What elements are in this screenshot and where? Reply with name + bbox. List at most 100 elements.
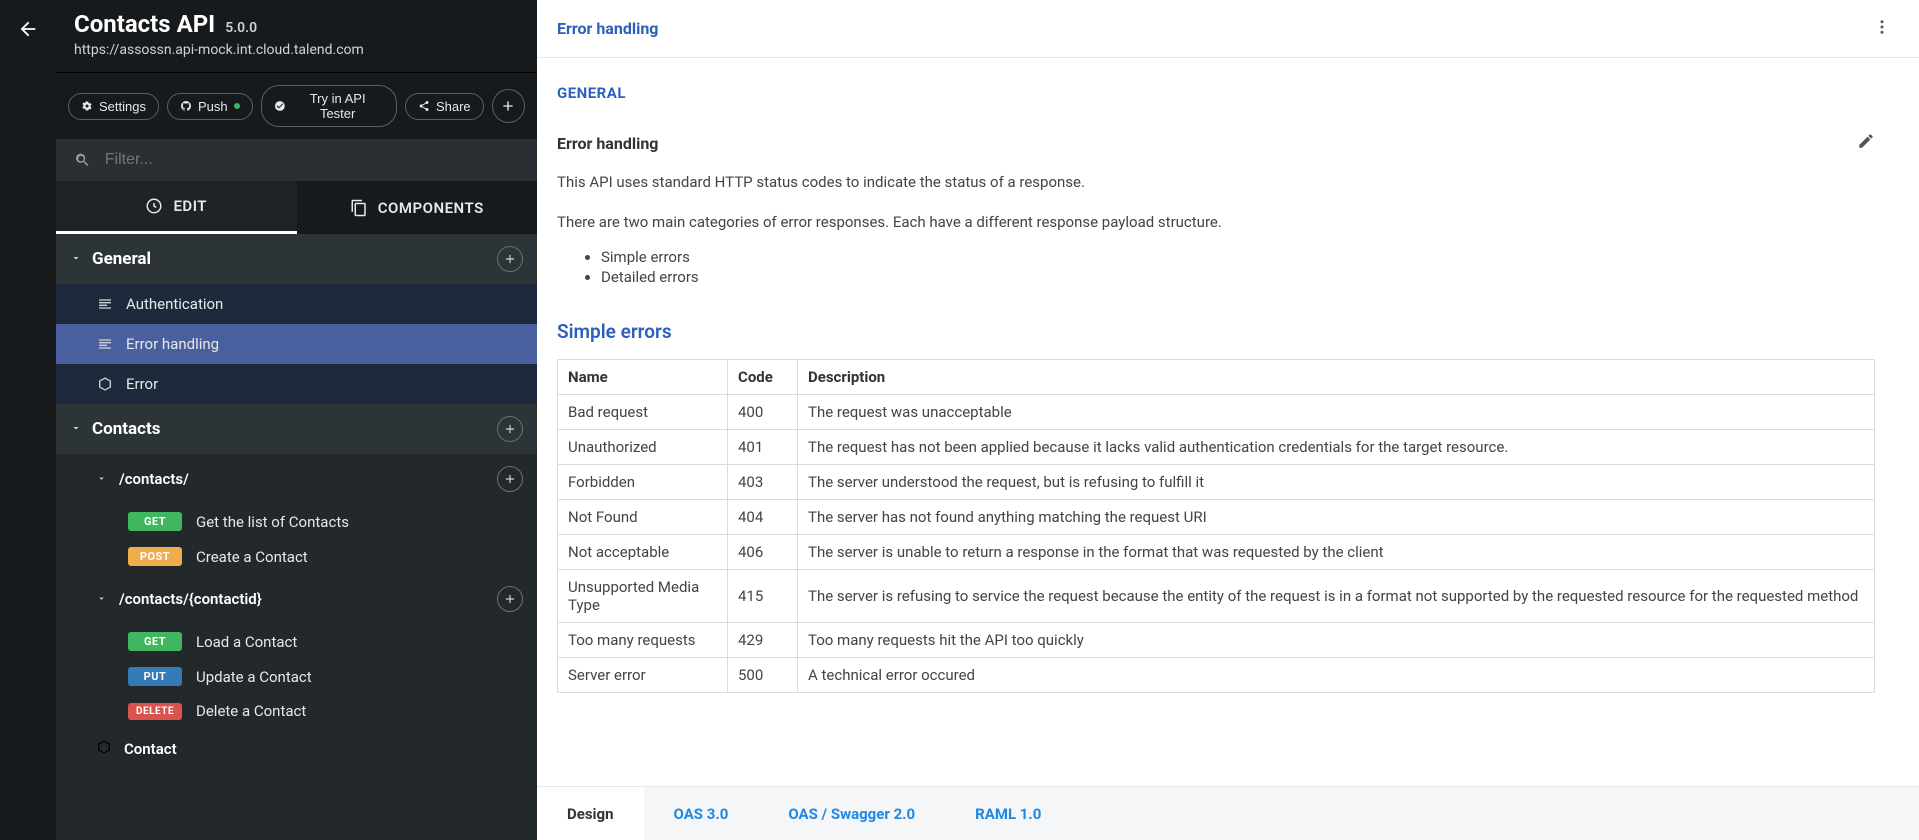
path-row[interactable]: /contacts/{contactid} <box>56 574 537 624</box>
push-status-dot <box>234 103 240 109</box>
section-contacts[interactable]: Contacts <box>56 404 537 454</box>
tree-item-label: Error handling <box>126 335 219 353</box>
table-cell: The server has not found anything matchi… <box>798 499 1875 534</box>
tree-item-error-handling[interactable]: Error handling <box>56 324 537 364</box>
add-button[interactable] <box>492 89 525 123</box>
github-icon <box>180 100 192 112</box>
breadcrumb: Error handling <box>557 19 658 38</box>
table-row: Too many requests429Too many requests hi… <box>558 622 1875 657</box>
caret-down-icon <box>70 419 82 439</box>
section-label: GENERAL <box>557 84 1875 102</box>
more-vert-icon <box>1873 18 1891 36</box>
main-header: Error handling <box>537 0 1919 58</box>
search-icon <box>74 151 91 169</box>
table-cell: 401 <box>728 429 798 464</box>
table-cell: Unauthorized <box>558 429 728 464</box>
table-cell: Not Found <box>558 499 728 534</box>
components-icon <box>350 199 368 217</box>
caret-down-icon <box>70 249 82 269</box>
main: Error handling GENERAL Error handling Th… <box>537 0 1919 840</box>
operation-label: Create a Contact <box>196 548 308 566</box>
table-cell: The request has not been applied because… <box>798 429 1875 464</box>
more-menu-button[interactable] <box>1865 10 1899 48</box>
tree-item-error[interactable]: Error <box>56 364 537 404</box>
add-contacts-button[interactable] <box>497 416 523 442</box>
sidebar-header: Contacts API 5.0.0 https://assossn.api-m… <box>56 0 537 73</box>
api-url: https://assossn.api-mock.int.cloud.talen… <box>74 42 519 58</box>
tab-oas3[interactable]: OAS 3.0 <box>644 787 759 840</box>
table-row: Forbidden403The server understood the re… <box>558 464 1875 499</box>
caret-down-icon <box>96 470 107 488</box>
table-header: Name <box>558 359 728 394</box>
table-cell: The server is unable to return a respons… <box>798 534 1875 569</box>
settings-button[interactable]: Settings <box>68 93 159 120</box>
bullet-list: Simple errorsDetailed errors <box>601 248 1875 286</box>
tab-raml[interactable]: RAML 1.0 <box>945 787 1071 840</box>
operation-label: Get the list of Contacts <box>196 513 349 531</box>
path-row[interactable]: /contacts/ <box>56 454 537 504</box>
text-icon <box>96 336 114 352</box>
settings-label: Settings <box>99 99 146 114</box>
push-button[interactable]: Push <box>167 93 253 120</box>
edit-button[interactable] <box>1857 132 1875 154</box>
toolbar: Settings Push Try in API Tester Share <box>56 73 537 139</box>
tree-item-authentication[interactable]: Authentication <box>56 284 537 324</box>
errors-table: NameCodeDescription Bad request400The re… <box>557 359 1875 693</box>
main-body[interactable]: GENERAL Error handling This API uses sta… <box>537 58 1919 786</box>
operation-row[interactable]: PUTUpdate a Contact <box>56 659 537 694</box>
table-cell: 500 <box>728 657 798 692</box>
caret-down-icon <box>96 590 107 608</box>
operation-label: Update a Contact <box>196 668 312 686</box>
add-operation-button[interactable] <box>497 466 523 492</box>
share-label: Share <box>436 99 471 114</box>
tree: General Authentication Error handling Erro… <box>56 234 537 840</box>
tab-edit[interactable]: EDIT <box>56 181 297 234</box>
share-button[interactable]: Share <box>405 93 484 120</box>
api-version: 5.0.0 <box>225 20 257 36</box>
table-row: Server error500A technical error occured <box>558 657 1875 692</box>
table-cell: 429 <box>728 622 798 657</box>
table-cell: The request was unacceptable <box>798 394 1875 429</box>
api-title: Contacts API <box>74 10 215 38</box>
filter-input[interactable] <box>105 151 519 169</box>
method-badge: DELETE <box>128 703 182 720</box>
try-button[interactable]: Try in API Tester <box>261 85 397 127</box>
sidebar-tabs: EDIT COMPONENTS <box>56 181 537 234</box>
method-badge: GET <box>128 632 182 651</box>
try-label: Try in API Tester <box>291 91 384 121</box>
table-cell: 406 <box>728 534 798 569</box>
tab-design[interactable]: Design <box>537 787 644 840</box>
edit-icon <box>145 197 163 215</box>
gear-icon <box>81 100 93 112</box>
bullet-item: Simple errors <box>601 248 1875 266</box>
table-cell: Too many requests <box>558 622 728 657</box>
tab-components[interactable]: COMPONENTS <box>297 181 538 234</box>
table-cell: 400 <box>728 394 798 429</box>
table-cell: The server understood the request, but i… <box>798 464 1875 499</box>
tab-components-label: COMPONENTS <box>378 199 484 217</box>
operation-label: Delete a Contact <box>196 702 306 720</box>
operation-row[interactable]: GET Get the list of Contacts <box>56 504 537 539</box>
table-cell: 415 <box>728 569 798 622</box>
operation-row[interactable]: POST Create a Contact <box>56 539 537 574</box>
section-general[interactable]: General <box>56 234 537 284</box>
table-cell: Too many requests hit the API too quickl… <box>798 622 1875 657</box>
operation-row[interactable]: DELETE Delete a Contact <box>56 694 537 728</box>
tab-swagger2[interactable]: OAS / Swagger 2.0 <box>758 787 945 840</box>
add-operation-button[interactable] <box>497 586 523 612</box>
search-row <box>56 139 537 181</box>
paragraph-2: There are two main categories of error r… <box>557 212 1875 234</box>
back-button[interactable] <box>0 0 56 840</box>
type-row[interactable]: Contact <box>56 728 537 770</box>
plus-icon <box>500 98 516 114</box>
method-badge: POST <box>128 547 182 566</box>
share-icon <box>418 100 430 112</box>
check-circle-icon <box>274 100 286 112</box>
operation-row[interactable]: GETLoad a Contact <box>56 624 537 659</box>
cube-icon <box>96 739 112 759</box>
tree-item-label: Authentication <box>126 295 223 313</box>
method-badge: GET <box>128 512 182 531</box>
add-general-button[interactable] <box>497 246 523 272</box>
table-cell: Forbidden <box>558 464 728 499</box>
table-row: Bad request400The request was unacceptab… <box>558 394 1875 429</box>
